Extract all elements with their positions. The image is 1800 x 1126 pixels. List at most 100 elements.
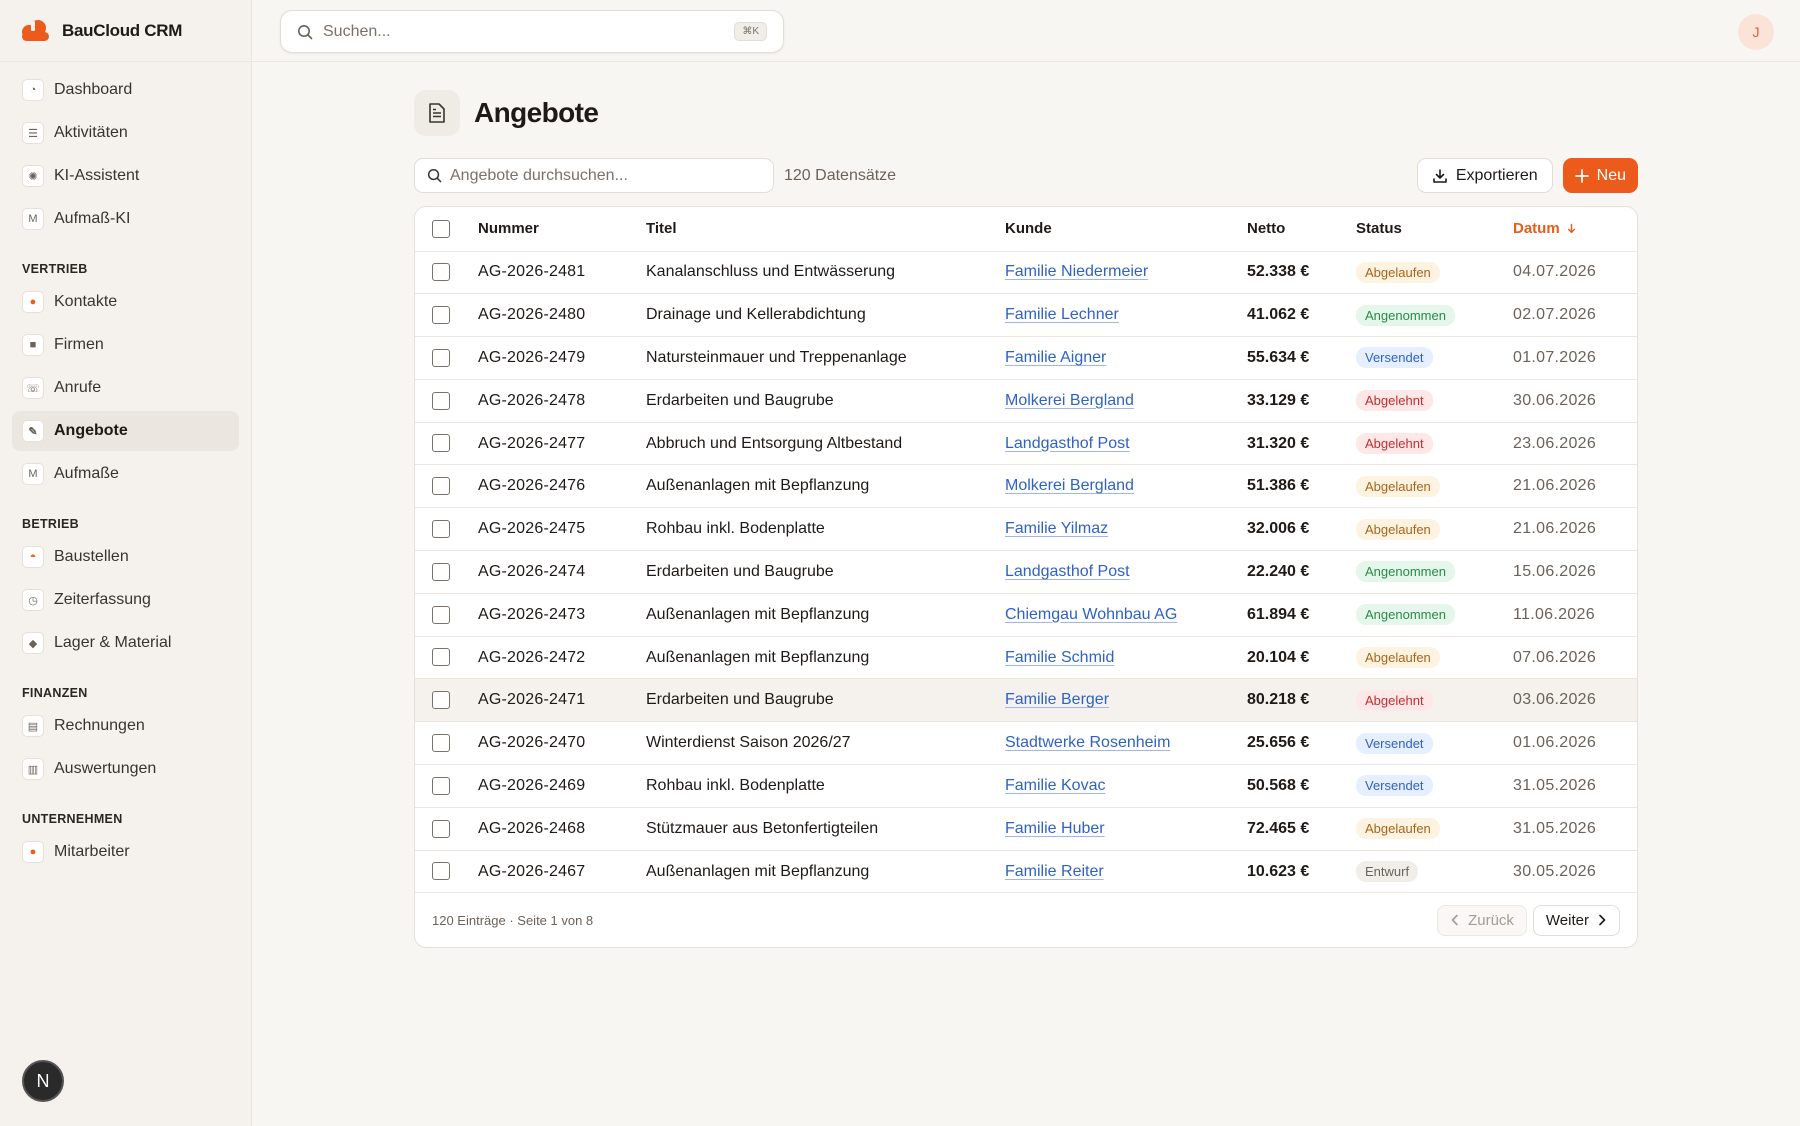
sparkle-icon: ✺ [22, 165, 44, 187]
net-amount: 22.240 € [1247, 550, 1356, 594]
row-checkbox[interactable] [432, 862, 450, 881]
table-row[interactable]: AG-2026-2479 Natursteinmauer und Treppena… [415, 336, 1637, 380]
customer-link[interactable]: Stadtwerke Rosenheim [1005, 734, 1170, 751]
sidebar-item-mitarbeiter[interactable]: ● Mitarbeiter [12, 832, 239, 872]
row-checkbox[interactable] [432, 477, 450, 496]
offer-number: AG-2026-2472 [478, 636, 646, 680]
sidebar-section-heading: FINANZEN [22, 686, 88, 700]
row-checkbox[interactable] [432, 776, 450, 795]
sidebar-item-dashboard[interactable]: ◔ Dashboard [12, 70, 239, 110]
next-page-button[interactable]: Weiter [1532, 904, 1620, 936]
status-badge: Abgelaufen [1356, 647, 1440, 669]
customer-link[interactable]: Familie Schmid [1005, 649, 1114, 666]
row-checkbox[interactable] [432, 691, 450, 710]
table-search[interactable] [414, 158, 774, 193]
cloud-logo-icon [22, 19, 49, 41]
workspace-badge[interactable]: N [22, 1060, 64, 1102]
offer-title: Kanalanschluss und Entwässerung [646, 251, 1005, 295]
customer-link[interactable]: Chiemgau Wohnbau AG [1005, 606, 1177, 623]
row-checkbox[interactable] [432, 348, 450, 367]
table-row[interactable]: AG-2026-2469 Rohbau inkl. Bodenplatte Fami… [415, 764, 1637, 808]
table-search-input[interactable] [450, 166, 773, 185]
offer-date: 04.07.2026 [1513, 251, 1637, 295]
status-badge: Versendet [1356, 347, 1433, 369]
row-checkbox[interactable] [432, 263, 450, 282]
table-row[interactable]: AG-2026-2477 Abbruch und Entsorgung Altbe… [415, 422, 1637, 466]
column-header-date[interactable]: Datum [1513, 207, 1637, 252]
customer-link[interactable]: Molkerei Bergland [1005, 477, 1134, 494]
row-checkbox[interactable] [432, 434, 450, 453]
export-button[interactable]: Exportieren [1416, 158, 1553, 193]
table-row[interactable]: AG-2026-2467 Außenanlagen mit Bepflanzung… [415, 850, 1637, 894]
customer-link[interactable]: Familie Berger [1005, 691, 1109, 708]
column-header-net[interactable]: Netto [1247, 207, 1356, 252]
sidebar-item-zeiterfassung[interactable]: ◷ Zeiterfassung [12, 580, 239, 620]
sidebar-item-label: Baustellen [54, 548, 129, 565]
sidebar-item-aufmaß-ki[interactable]: M Aufmaß-KI [12, 199, 239, 239]
table-row[interactable]: AG-2026-2481 Kanalanschluss und Entwässer… [415, 251, 1637, 295]
row-checkbox[interactable] [432, 648, 450, 667]
column-header-title[interactable]: Titel [646, 207, 1005, 252]
table-row[interactable]: AG-2026-2474 Erdarbeiten und Baugrube Land… [415, 550, 1637, 594]
table-row[interactable]: AG-2026-2476 Außenanlagen mit Bepflanzung… [415, 464, 1637, 509]
customer-link[interactable]: Landgasthof Post [1005, 435, 1130, 452]
customer-link[interactable]: Landgasthof Post [1005, 563, 1130, 580]
sidebar-item-firmen[interactable]: ■ Firmen [12, 325, 239, 365]
column-header-customer[interactable]: Kunde [1005, 207, 1247, 252]
sidebar-item-aufmaße[interactable]: M Aufmaße [12, 454, 239, 494]
row-checkbox[interactable] [432, 306, 450, 325]
row-checkbox[interactable] [432, 562, 450, 581]
brand[interactable]: BauCloud CRM [0, 0, 251, 62]
customer-link[interactable]: Familie Reiter [1005, 863, 1104, 880]
net-amount: 51.386 € [1247, 464, 1356, 509]
sidebar-item-ki-assistent[interactable]: ✺ KI-Assistent [12, 156, 239, 196]
customer-link[interactable]: Familie Aigner [1005, 349, 1106, 366]
previous-page-button[interactable]: Zurück [1437, 904, 1527, 936]
sidebar-item-anrufe[interactable]: ☏ Anrufe [12, 368, 239, 408]
table-row[interactable]: AG-2026-2472 Außenanlagen mit Bepflanzung… [415, 636, 1637, 680]
company-icon: ■ [22, 334, 44, 356]
column-header-status[interactable]: Status [1356, 207, 1513, 252]
customer-link[interactable]: Molkerei Bergland [1005, 392, 1134, 409]
customer-link[interactable]: Familie Huber [1005, 820, 1105, 837]
table-row[interactable]: AG-2026-2470 Winterdienst Saison 2026/27 S… [415, 721, 1637, 766]
offer-number: AG-2026-2476 [478, 464, 646, 509]
select-all-checkbox[interactable] [432, 219, 450, 238]
page-header: Angebote [414, 90, 1638, 136]
sidebar-item-aktivitäten[interactable]: ☰ Aktivitäten [12, 113, 239, 153]
global-search[interactable]: ⌘K [280, 10, 784, 53]
table-row[interactable]: AG-2026-2471 Erdarbeiten und Baugrube Fami… [415, 678, 1637, 723]
new-offer-button[interactable]: Neu [1562, 158, 1638, 193]
sidebar-item-angebote[interactable]: ✎ Angebote [12, 411, 239, 451]
offer-number: AG-2026-2478 [478, 379, 646, 423]
column-header-number[interactable]: Nummer [478, 207, 646, 252]
table-row[interactable]: AG-2026-2480 Drainage und Kellerabdichtun… [415, 293, 1637, 338]
row-checkbox[interactable] [432, 391, 450, 410]
sidebar-item-baustellen[interactable]: ◓ Baustellen [12, 537, 239, 577]
sidebar-item-label: KI-Assistent [54, 167, 140, 184]
row-checkbox[interactable] [432, 605, 450, 624]
customer-link[interactable]: Familie Kovac [1005, 777, 1105, 794]
sidebar-item-label: Aktivitäten [54, 124, 128, 141]
activity-list-icon: ☰ [22, 122, 44, 144]
sidebar-item-lager-material[interactable]: ◆ Lager & Material [12, 623, 239, 663]
export-label: Exportieren [1455, 166, 1538, 184]
sidebar-item-rechnungen[interactable]: ▤ Rechnungen [12, 706, 239, 746]
sidebar-item-kontakte[interactable]: ● Kontakte [12, 282, 239, 322]
offers-table: Nummer Titel Kunde Netto Status Datum AG… [415, 207, 1637, 894]
sidebar-item-auswertungen[interactable]: ▥ Auswertungen [12, 749, 239, 789]
user-avatar[interactable]: J [1738, 14, 1774, 50]
customer-link[interactable]: Familie Yilmaz [1005, 520, 1108, 537]
row-checkbox[interactable] [432, 819, 450, 838]
global-search-input[interactable] [323, 22, 735, 41]
table-row[interactable]: AG-2026-2473 Außenanlagen mit Bepflanzung… [415, 593, 1637, 637]
row-checkbox[interactable] [432, 734, 450, 753]
table-row[interactable]: AG-2026-2468 Stützmauer aus Betonfertigte… [415, 807, 1637, 851]
customer-link[interactable]: Familie Niedermeier [1005, 263, 1148, 280]
table-row[interactable]: AG-2026-2475 Rohbau inkl. Bodenplatte Fami… [415, 507, 1637, 552]
row-checkbox[interactable] [432, 520, 450, 539]
main-content: Angebote 120 Datensätze Exportieren Neu … [414, 62, 1638, 949]
table-row[interactable]: AG-2026-2478 Erdarbeiten und Baugrube Molk… [415, 379, 1637, 423]
customer-link[interactable]: Familie Lechner [1005, 306, 1119, 323]
chevron-right-icon [1599, 915, 1606, 926]
